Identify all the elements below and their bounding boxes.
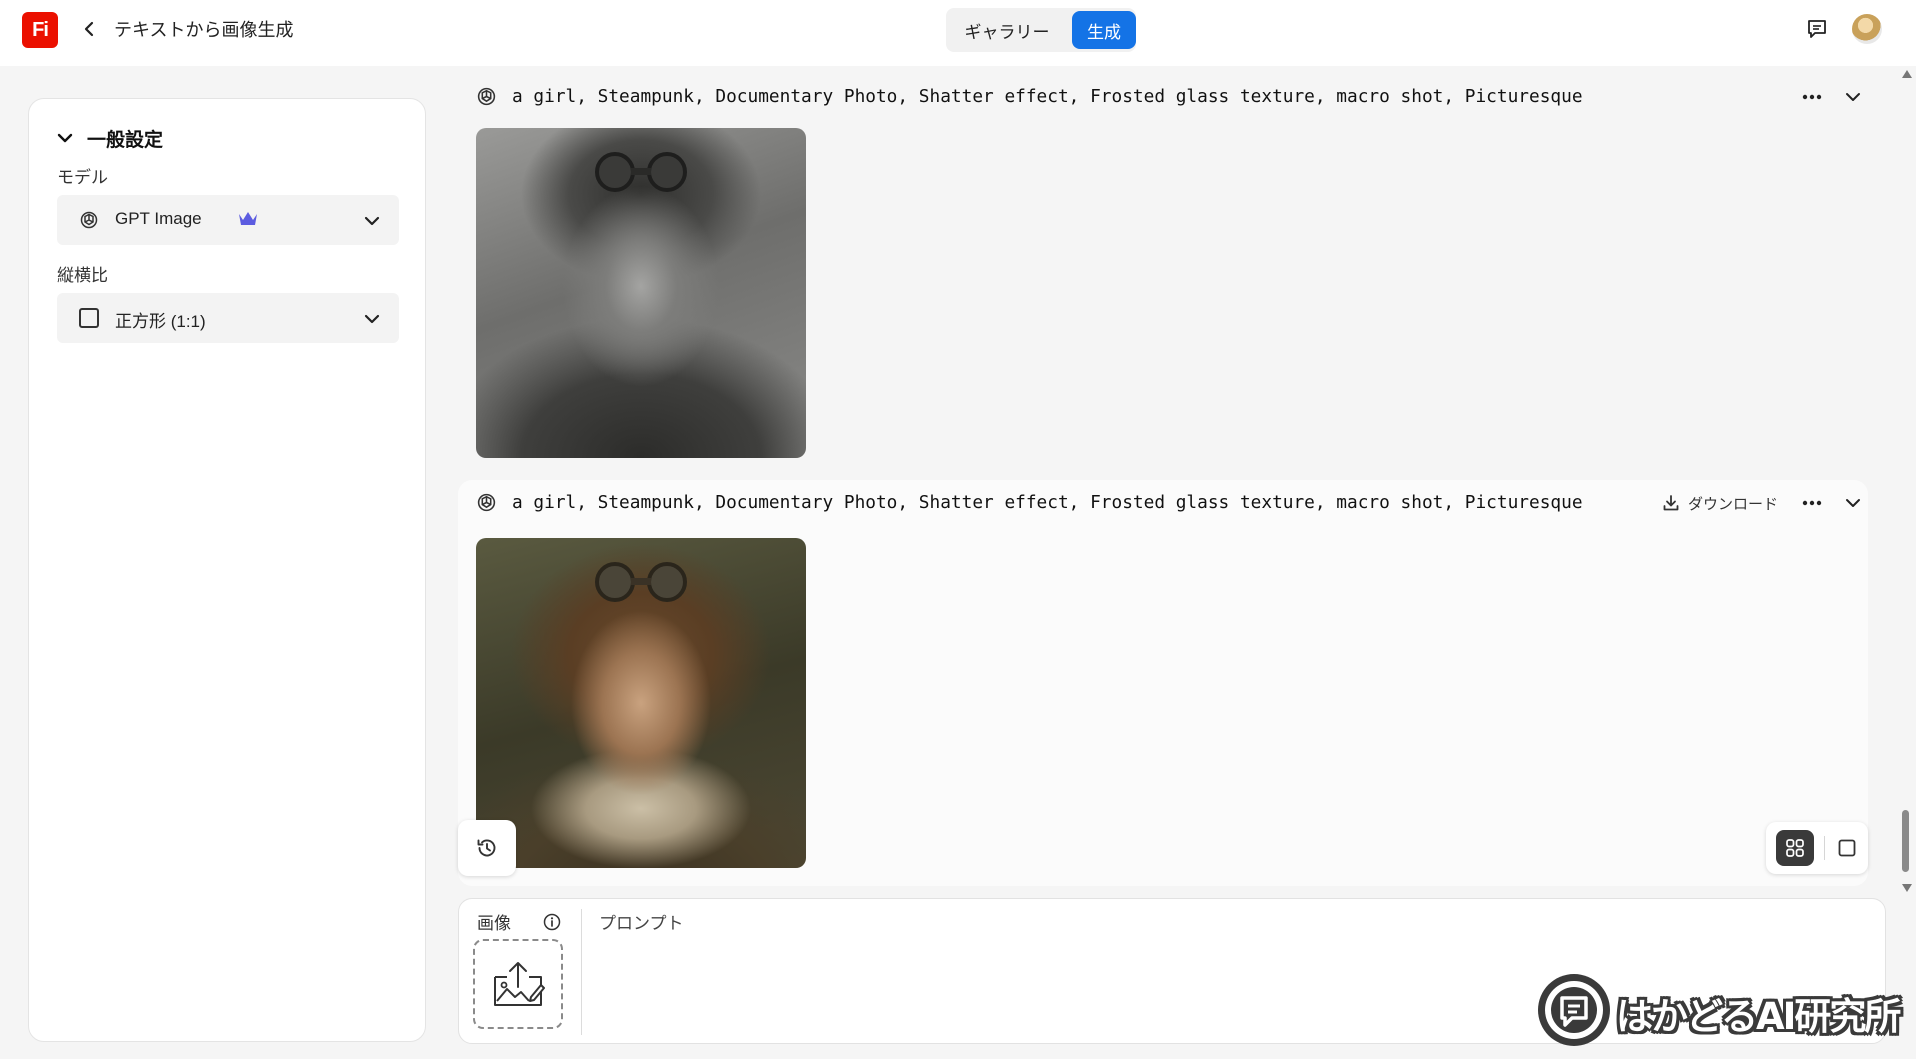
openai-icon — [477, 493, 496, 512]
scrollbar[interactable] — [1900, 70, 1914, 900]
page-title: テキストから画像生成 — [114, 20, 294, 41]
aspect-ratio-value: 正方形 (1:1) — [115, 312, 206, 331]
chevron-down-icon — [364, 216, 380, 226]
app-logo[interactable]: Fi — [22, 12, 58, 48]
watermark: はかどるAI研究所 — [1534, 968, 1910, 1054]
chevron-down-icon — [364, 314, 380, 324]
divider — [581, 909, 582, 1035]
scroll-up-arrow-icon[interactable] — [1902, 70, 1912, 78]
aspect-ratio-dropdown[interactable]: 正方形 (1:1) — [57, 293, 399, 343]
grid-icon — [1786, 839, 1804, 857]
goggles-graphic — [595, 562, 687, 602]
chat-bubble-logo-icon — [1538, 974, 1610, 1046]
view-mode-toggle — [1766, 822, 1868, 874]
grid-view-button[interactable] — [1776, 830, 1814, 866]
download-button[interactable]: ダウンロード — [1662, 490, 1778, 516]
prompt-row: a girl, Steampunk, Documentary Photo, Sh… — [476, 76, 1860, 116]
openai-icon — [477, 87, 496, 106]
image-upload-dropzone[interactable] — [473, 939, 563, 1029]
generated-image[interactable] — [476, 128, 806, 458]
back-button[interactable] — [76, 14, 102, 44]
settings-panel: 一般設定 モデル GPT Image 縦横比 正方形 (1:1) — [28, 98, 426, 1042]
feedback-button[interactable] — [1804, 16, 1830, 42]
single-view-button[interactable] — [1832, 830, 1862, 866]
result-card: a girl, Steampunk, Documentary Photo, Sh… — [458, 76, 1868, 466]
more-horizontal-icon — [1802, 500, 1822, 506]
history-icon — [477, 839, 496, 857]
generated-image[interactable] — [476, 538, 806, 868]
square-icon — [79, 308, 99, 328]
scroll-down-arrow-icon[interactable] — [1902, 884, 1912, 892]
prompt-row: a girl, Steampunk, Documentary Photo, Sh… — [476, 482, 1860, 522]
chevron-down-icon — [1846, 499, 1860, 507]
history-button[interactable] — [458, 820, 516, 876]
openai-icon — [80, 211, 98, 229]
top-bar: Fi テキストから画像生成 ギャラリー 生成 — [0, 0, 1916, 66]
crown-icon — [239, 212, 257, 225]
divider — [1824, 836, 1825, 860]
image-reference-label: 画像 — [477, 914, 511, 934]
chevron-left-icon — [84, 21, 94, 37]
watermark-text: はかどるAI研究所 — [1616, 995, 1901, 1038]
chevron-down-icon — [1846, 93, 1860, 101]
collapse-button[interactable] — [1840, 84, 1866, 110]
prompt-text: a girl, Steampunk, Documentary Photo, Sh… — [512, 492, 1583, 513]
tab-gallery[interactable]: ギャラリー — [952, 12, 1062, 48]
download-icon — [1663, 495, 1679, 511]
goggles-graphic — [595, 152, 687, 192]
download-label: ダウンロード — [1688, 494, 1779, 513]
collapse-button[interactable] — [1840, 490, 1866, 516]
tab-generate[interactable]: 生成 — [1072, 11, 1136, 49]
result-card: a girl, Steampunk, Documentary Photo, Sh… — [458, 480, 1868, 886]
square-icon — [1838, 839, 1856, 857]
chat-bubble-icon — [1808, 20, 1826, 38]
general-settings-header[interactable]: 一般設定 — [57, 125, 163, 151]
model-value: GPT Image — [115, 209, 202, 228]
more-options-button[interactable] — [1798, 490, 1826, 516]
section-title: 一般設定 — [87, 128, 164, 151]
chevron-down-icon — [57, 133, 73, 143]
image-upload-icon — [494, 962, 545, 1006]
prompt-text: a girl, Steampunk, Documentary Photo, Sh… — [512, 86, 1583, 107]
more-options-button[interactable] — [1798, 84, 1826, 110]
aspect-ratio-label: 縦横比 — [57, 266, 108, 286]
model-label: モデル — [57, 168, 108, 188]
more-horizontal-icon — [1802, 94, 1822, 100]
info-icon[interactable] — [543, 913, 561, 931]
mode-toggle: ギャラリー 生成 — [946, 8, 1136, 52]
user-avatar[interactable] — [1852, 14, 1882, 44]
scroll-thumb[interactable] — [1902, 810, 1909, 872]
model-dropdown[interactable]: GPT Image — [57, 195, 399, 245]
